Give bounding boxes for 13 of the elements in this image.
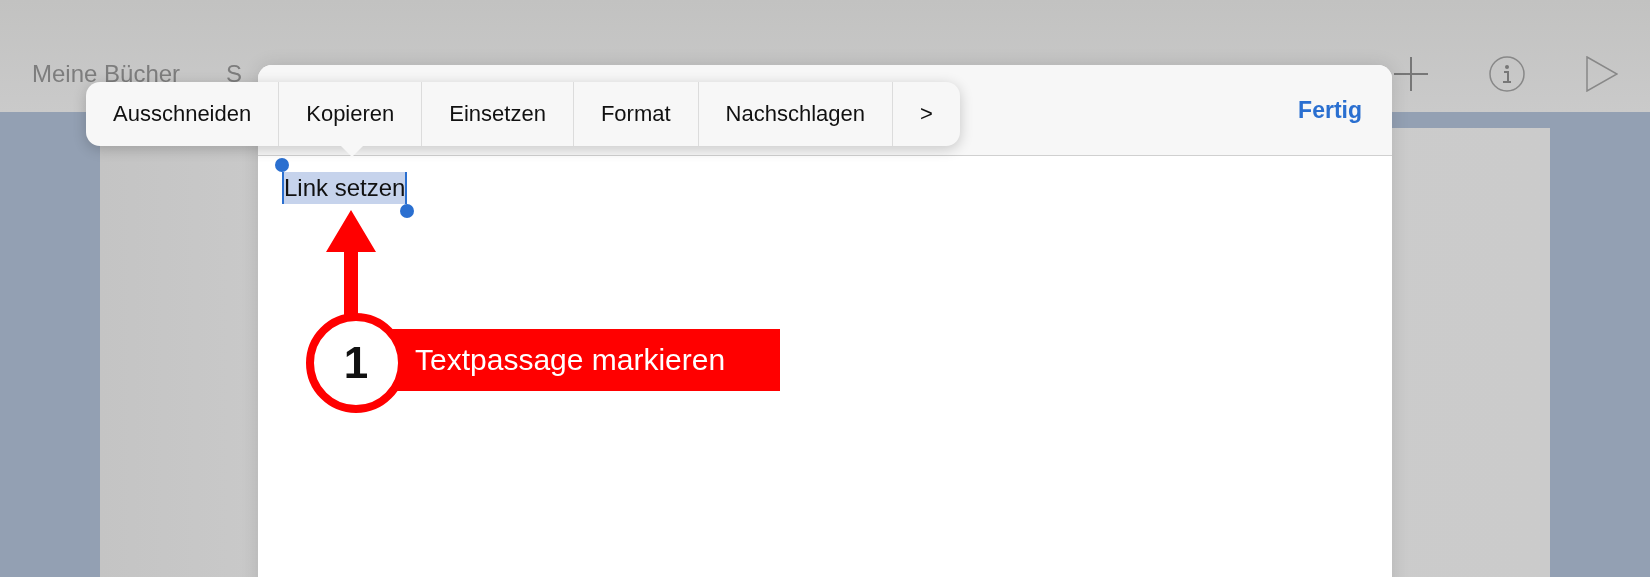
menu-item[interactable]: Einsetzen (421, 82, 573, 146)
done-button[interactable]: Fertig (1298, 96, 1362, 124)
menu-item[interactable]: Ausschneiden (86, 82, 279, 146)
selection-handle[interactable] (275, 158, 289, 172)
menu-item[interactable]: > (892, 82, 960, 146)
selected-text[interactable]: Link setzen (282, 172, 408, 204)
menu-item[interactable]: Format (572, 82, 698, 146)
play-icon[interactable] (1586, 55, 1618, 92)
menu-item[interactable]: Kopieren (278, 82, 422, 146)
selection-handle[interactable] (400, 204, 415, 218)
plus-icon[interactable] (1394, 56, 1428, 91)
info-icon[interactable] (1488, 54, 1526, 93)
menu-item[interactable]: Nachschlagen (697, 82, 893, 146)
